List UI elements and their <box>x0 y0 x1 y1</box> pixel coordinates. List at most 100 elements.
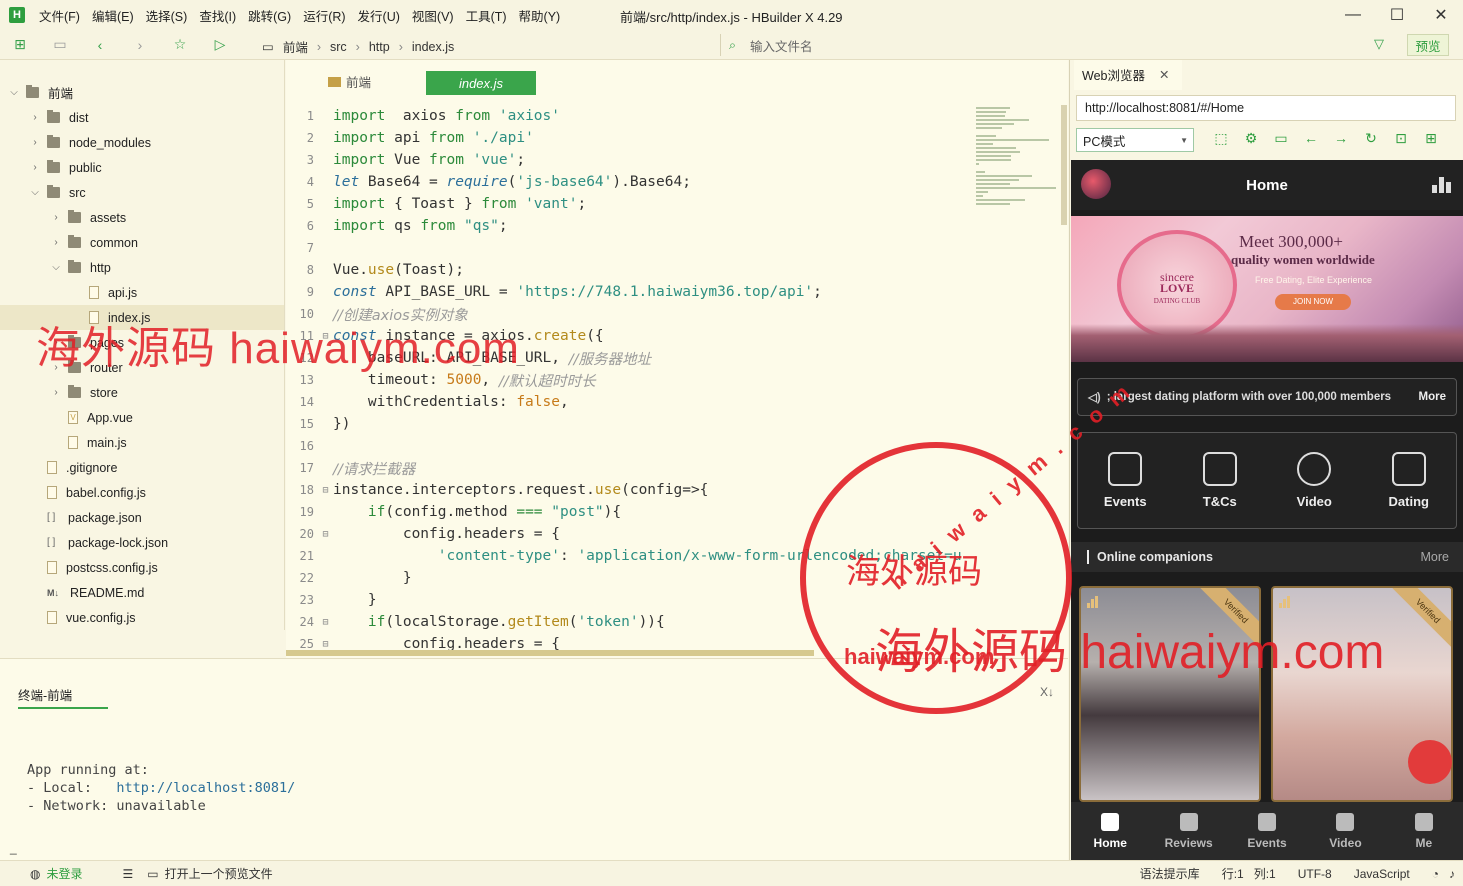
menu-video[interactable]: Video <box>1267 433 1362 528</box>
chevron-right-icon[interactable]: › <box>29 137 41 148</box>
tree-item[interactable]: › assets <box>0 205 284 230</box>
forward-icon[interactable]: › <box>120 37 160 53</box>
chevron-right-icon[interactable]: › <box>29 162 41 173</box>
chevron-down-icon[interactable]: ⌵ <box>29 187 41 198</box>
chevron-right-icon[interactable]: › <box>29 112 41 123</box>
tree-item[interactable]: › store <box>0 380 284 405</box>
terminal-tab[interactable]: 终端-前端 <box>18 685 108 709</box>
fold-marker[interactable]: ⊟ <box>318 485 333 496</box>
tree-item[interactable]: ⌵ 前端 <box>0 80 284 105</box>
tab-home[interactable]: Home <box>1071 802 1149 860</box>
language-mode[interactable]: JavaScript <box>1354 867 1410 881</box>
save-icon[interactable]: ▭ <box>40 36 80 53</box>
list-icon[interactable]: ☰ <box>123 867 134 881</box>
close-icon[interactable]: ✕ <box>1159 67 1169 82</box>
back-icon[interactable]: ‹ <box>80 37 120 53</box>
chevron-right-icon[interactable]: › <box>50 212 62 223</box>
fold-marker[interactable]: ⊟ <box>318 617 333 628</box>
url-input[interactable]: http://localhost:8081/#/Home <box>1076 95 1456 121</box>
vertical-scrollbar[interactable] <box>1061 105 1067 225</box>
refresh-icon[interactable]: ↻ <box>1356 130 1386 147</box>
chevron-right-icon[interactable]: › <box>50 237 62 248</box>
qr-icon[interactable]: ⊞ <box>1416 130 1446 147</box>
menu-help[interactable]: 帮助(Y) <box>519 6 561 25</box>
run-icon[interactable]: ▷ <box>200 36 240 53</box>
preview-button[interactable]: 预览 <box>1407 34 1449 56</box>
tree-item[interactable]: postcss.config.js <box>0 555 284 580</box>
open-last-preview[interactable]: 打开上一个预览文件 <box>165 865 273 882</box>
menu-select[interactable]: 选择(S) <box>146 6 188 25</box>
tree-item[interactable]: › public <box>0 155 284 180</box>
menu-tools[interactable]: 工具(T) <box>466 6 507 25</box>
tab-me[interactable]: Me <box>1385 802 1463 860</box>
lock-icon[interactable]: ⊡ <box>1386 130 1416 147</box>
inspect-icon[interactable]: ⬚ <box>1206 130 1236 147</box>
tree-item[interactable]: .gitignore <box>0 455 284 480</box>
terminal-close-button[interactable]: X↓ <box>1040 685 1054 699</box>
breadcrumb-item[interactable]: http <box>369 40 390 54</box>
chat-fab-button[interactable] <box>1408 740 1452 784</box>
breadcrumb-item[interactable]: 前端 <box>283 37 308 56</box>
notification-icon[interactable]: ◔ <box>1432 867 1439 881</box>
menu-tcs[interactable]: T&Cs <box>1173 433 1268 528</box>
tree-item[interactable]: M↓ README.md <box>0 580 284 605</box>
filter-icon[interactable]: ▽ <box>1374 36 1384 52</box>
device-mode-select[interactable]: PC模式 ▼ <box>1076 128 1194 152</box>
encoding[interactable]: UTF-8 <box>1298 867 1332 881</box>
menu-publish[interactable]: 发行(U) <box>358 6 400 25</box>
breadcrumb-item[interactable]: src <box>330 40 347 54</box>
maximize-button[interactable]: ☐ <box>1375 0 1419 30</box>
minimize-button[interactable]: — <box>1331 0 1375 30</box>
chevron-down-icon[interactable]: ⌵ <box>8 87 20 98</box>
tree-item[interactable]: main.js <box>0 430 284 455</box>
section-more-link[interactable]: More <box>1421 550 1449 564</box>
close-window-button[interactable]: ✕ <box>1419 0 1463 30</box>
tab-index-js[interactable]: index.js <box>426 71 536 95</box>
tab-video[interactable]: Video <box>1306 802 1384 860</box>
back-icon[interactable]: ← <box>1296 130 1326 147</box>
bell-icon[interactable]: ♪ <box>1449 867 1455 881</box>
tree-item[interactable]: vue.config.js <box>0 605 284 630</box>
menu-edit[interactable]: 编辑(E) <box>92 6 134 25</box>
tab-web-browser[interactable]: Web浏览器 ✕ <box>1074 60 1182 90</box>
new-file-icon[interactable]: ⊞ <box>0 36 40 53</box>
fold-marker[interactable]: ⊟ <box>318 639 333 650</box>
chart-icon[interactable] <box>1430 175 1451 193</box>
tree-item[interactable]: › node_modules <box>0 130 284 155</box>
menu-events[interactable]: Events <box>1078 433 1173 528</box>
chevron-right-icon[interactable]: › <box>50 387 62 398</box>
menu-view[interactable]: 视图(V) <box>412 6 454 25</box>
file-search-input[interactable]: ⌕ 输入文件名 <box>720 34 1400 56</box>
tab-reviews[interactable]: Reviews <box>1149 802 1227 860</box>
forward-icon[interactable]: → <box>1326 130 1356 147</box>
notice-more-link[interactable]: More <box>1414 391 1446 403</box>
horizontal-scrollbar[interactable] <box>286 650 814 656</box>
promo-banner[interactable]: sincere LOVE DATING CLUB Meet 300,000+ qua… <box>1071 216 1463 362</box>
login-status[interactable]: 未登录 <box>46 865 82 882</box>
tree-item[interactable]: › common <box>0 230 284 255</box>
star-icon[interactable]: ☆ <box>160 36 200 53</box>
tree-item[interactable]: babel.config.js <box>0 480 284 505</box>
chevron-down-icon[interactable]: ⌵ <box>50 262 62 273</box>
menu-run[interactable]: 运行(R) <box>303 6 345 25</box>
tree-item[interactable]: [ ] package-lock.json <box>0 530 284 555</box>
tree-item[interactable]: › dist <box>0 105 284 130</box>
console-icon[interactable]: ▭ <box>1266 130 1296 147</box>
tree-item[interactable]: [ ] package.json <box>0 505 284 530</box>
tree-item[interactable]: ⌵ src <box>0 180 284 205</box>
fold-marker[interactable]: ⊟ <box>318 529 333 540</box>
syntax-library[interactable]: 语法提示库 <box>1140 865 1200 882</box>
tab-events[interactable]: Events <box>1228 802 1306 860</box>
tree-item[interactable]: api.js <box>0 280 284 305</box>
menu-find[interactable]: 查找(I) <box>199 6 236 25</box>
menu-file[interactable]: 文件(F) <box>39 6 80 25</box>
tab-folder[interactable]: 前端 <box>328 72 371 91</box>
join-now-button[interactable]: JOIN NOW <box>1275 294 1351 310</box>
tree-item[interactable]: V App.vue <box>0 405 284 430</box>
minimap[interactable] <box>976 105 1058 345</box>
settings-icon[interactable]: ⚙ <box>1236 130 1266 147</box>
menu-goto[interactable]: 跳转(G) <box>248 6 291 25</box>
local-url-link[interactable]: http://localhost:8081/ <box>116 780 295 796</box>
breadcrumb-item[interactable]: index.js <box>412 40 454 54</box>
avatar[interactable] <box>1081 169 1111 199</box>
